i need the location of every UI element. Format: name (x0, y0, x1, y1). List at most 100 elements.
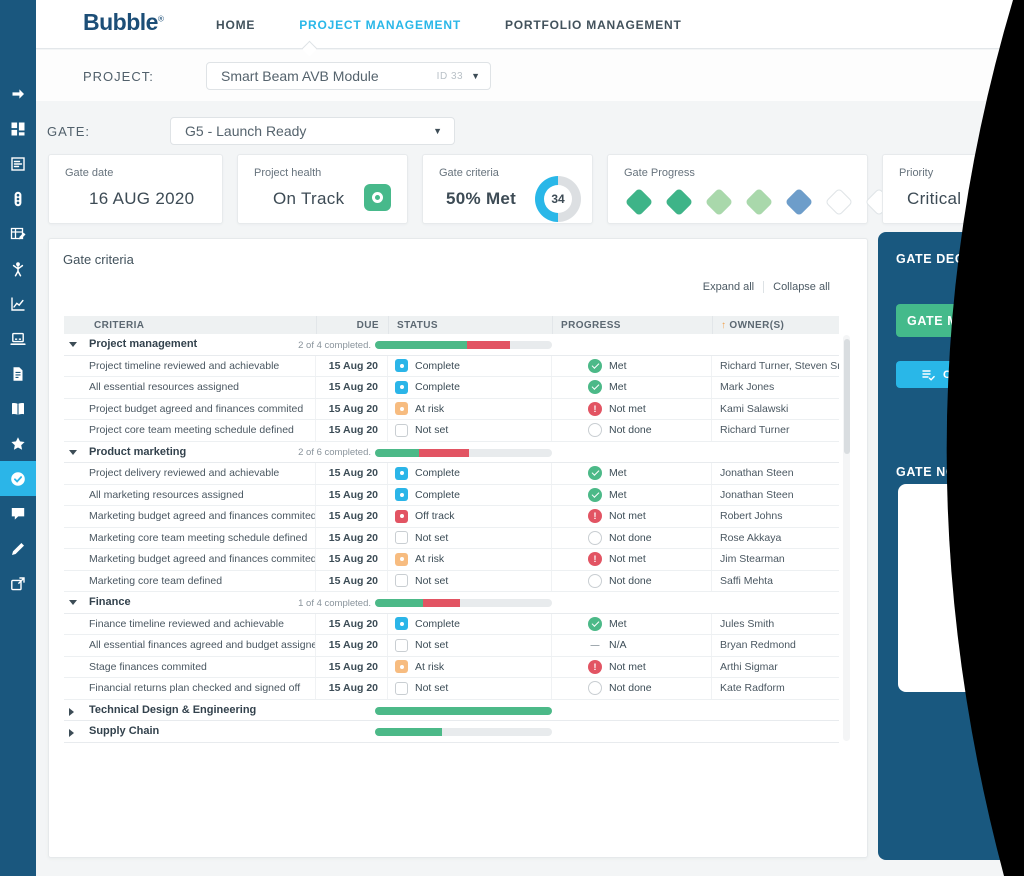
complete-gate-button[interactable]: COMPLETE (896, 361, 1024, 388)
group-name: Project management (89, 338, 197, 350)
progress-cell[interactable]: Not met (552, 657, 712, 678)
group-row[interactable]: Technical Design & Engineering (64, 700, 839, 722)
progress-cell[interactable]: Not done (552, 528, 712, 549)
due-cell: 15 Aug 20 (316, 377, 388, 398)
progress-cell[interactable]: Not done (552, 571, 712, 592)
status-cell[interactable]: At risk (388, 657, 552, 678)
group-row[interactable]: Supply Chain (64, 721, 839, 743)
checklist-icon (922, 369, 935, 381)
scrollbar-thumb[interactable] (844, 339, 850, 454)
column-header-due[interactable]: DUE (316, 316, 388, 334)
status-cell[interactable]: Complete (388, 377, 552, 398)
progress-cell[interactable]: Not done (552, 678, 712, 699)
project-dropdown[interactable]: Smart Beam AVB Module ID 33 ▼ (206, 62, 491, 90)
progress-met-icon (588, 617, 602, 631)
gate-dropdown[interactable]: G5 - Launch Ready ▼ (170, 117, 455, 145)
sidebar-item-planning-table[interactable] (0, 216, 36, 251)
due-cell: 15 Aug 20 (316, 635, 388, 656)
health-status-icon (364, 184, 391, 211)
expand-triangle-icon[interactable] (69, 729, 74, 737)
gate-progress-diamond-6 (825, 188, 853, 216)
project-health-label: Project health (254, 167, 321, 179)
group-row[interactable]: Finance1 of 4 completed. (64, 592, 839, 614)
status-cell[interactable]: At risk (388, 399, 552, 420)
status-cell[interactable]: Complete (388, 614, 552, 635)
gate-met-button[interactable]: GATE MET (896, 304, 1024, 337)
progress-cell[interactable]: Not met (552, 399, 712, 420)
status-cell[interactable]: Complete (388, 356, 552, 377)
sidebar-item-arrow-right[interactable] (0, 76, 36, 111)
status-cell[interactable]: Not set (388, 528, 552, 549)
sidebar-item-notebook[interactable] (0, 391, 36, 426)
sidebar-item-traffic-light[interactable] (0, 181, 36, 216)
progress-cell[interactable]: Met (552, 485, 712, 506)
sidebar-item-comment[interactable] (0, 496, 36, 531)
status-cell[interactable]: Not set (388, 420, 552, 441)
owner-cell: Jonathan Steen (712, 485, 839, 506)
expand-triangle-icon[interactable] (69, 708, 74, 716)
gate-progress-diamond-2 (665, 188, 693, 216)
sidebar-item-document[interactable] (0, 356, 36, 391)
column-header-owners[interactable]: ↑OWNER(S) (712, 316, 839, 334)
progress-cell[interactable]: N/A (552, 635, 712, 656)
sidebar-item-edit-pencil[interactable] (0, 531, 36, 566)
progress-bar-red (467, 341, 509, 349)
status-cell[interactable]: Complete (388, 485, 552, 506)
criteria-table: CRITERIADUESTATUSPROGRESS↑OWNER(S)Projec… (64, 316, 839, 743)
gate-dropdown-value: G5 - Launch Ready (185, 123, 306, 139)
nav-tab-project-management[interactable]: PROJECT MANAGEMENT (299, 18, 461, 32)
status-cell[interactable]: Not set (388, 678, 552, 699)
group-name: Technical Design & Engineering (89, 704, 256, 716)
status-cell[interactable]: Not set (388, 571, 552, 592)
table-scrollbar[interactable] (843, 335, 850, 741)
dashboard-icon (10, 121, 26, 137)
progress-cell[interactable]: Met (552, 463, 712, 484)
due-cell: 15 Aug 20 (316, 657, 388, 678)
table-row: Finance timeline reviewed and achievable… (64, 614, 839, 636)
sidebar-item-check-circle[interactable] (0, 461, 36, 496)
table-row: Project budget agreed and finances commi… (64, 399, 839, 421)
owner-cell: Richard Turner (712, 420, 839, 441)
column-header-criteria[interactable]: CRITERIA (64, 316, 316, 334)
expand-all-link[interactable]: Expand all (694, 281, 763, 293)
sidebar-item-dashboard[interactable] (0, 111, 36, 146)
sidebar-item-whiteboard[interactable] (0, 321, 36, 356)
sidebar-item-line-chart[interactable] (0, 286, 36, 321)
collapse-all-link[interactable]: Collapse all (764, 281, 839, 293)
collapse-triangle-icon[interactable] (69, 600, 77, 605)
sidebar-item-export[interactable] (0, 566, 36, 601)
due-cell: 15 Aug 20 (316, 485, 388, 506)
progress-cell[interactable]: Not done (552, 420, 712, 441)
column-header-progress[interactable]: PROGRESS (552, 316, 712, 334)
progress-met-icon (588, 466, 602, 480)
status-complete-icon (395, 359, 408, 372)
status-cell[interactable]: Off track (388, 506, 552, 527)
group-row[interactable]: Product marketing2 of 6 completed. (64, 442, 839, 464)
gate-notes-title: GATE NOTES (896, 465, 982, 479)
progress-cell[interactable]: Met (552, 377, 712, 398)
group-row[interactable]: Project management2 of 4 completed. (64, 334, 839, 356)
status-cell[interactable]: Not set (388, 635, 552, 656)
sidebar-item-people[interactable] (0, 251, 36, 286)
progress-cell[interactable]: Not met (552, 549, 712, 570)
gate-criteria-label: Gate criteria (439, 167, 499, 179)
group-progress-bar (375, 341, 552, 349)
collapse-triangle-icon[interactable] (69, 342, 77, 347)
sidebar-item-star[interactable] (0, 426, 36, 461)
priority-card: Priority Critical (882, 154, 1024, 224)
progress-cell[interactable]: Met (552, 614, 712, 635)
gate-criteria-card: Gate criteria 50% Met 34 (422, 154, 593, 224)
status-cell[interactable]: Complete (388, 463, 552, 484)
collapse-triangle-icon[interactable] (69, 450, 77, 455)
nav-tab-portfolio-management[interactable]: PORTFOLIO MANAGEMENT (505, 18, 682, 32)
progress-cell[interactable]: Met (552, 356, 712, 377)
progress-cell[interactable]: Not met (552, 506, 712, 527)
sidebar-item-report-chart[interactable] (0, 146, 36, 181)
status-cell[interactable]: At risk (388, 549, 552, 570)
nav-tab-home[interactable]: HOME (216, 18, 255, 32)
column-header-status[interactable]: STATUS (388, 316, 552, 334)
gate-notes-textarea[interactable] (898, 484, 1024, 692)
criteria-cell: All essential resources assigned (64, 377, 316, 398)
progress-na-icon (588, 638, 602, 652)
criteria-cell: Marketing core team defined (64, 571, 316, 592)
